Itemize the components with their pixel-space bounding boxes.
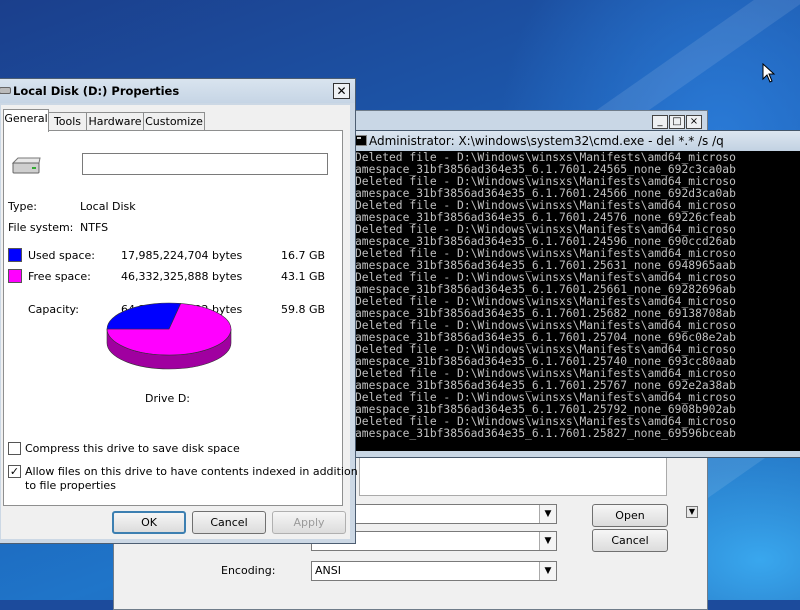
free-space-swatch <box>8 269 22 283</box>
used-space-label: Used space: <box>28 249 96 262</box>
cmd-title-text: Administrator: X:\windows\system32\cmd.e… <box>369 134 724 148</box>
separator <box>8 191 326 192</box>
used-space-bytes: 17,985,224,704 bytes <box>121 249 243 262</box>
cmd-titlebar[interactable]: Administrator: X:\windows\system32\cmd.e… <box>341 131 800 151</box>
free-space-label: Free space: <box>28 270 91 283</box>
tab-tools[interactable]: Tools <box>48 112 87 131</box>
tab-strip: General Tools Hardware Customize <box>1 109 350 132</box>
drive-label: Drive D: <box>145 392 190 405</box>
capacity-gb: 59.8 GB <box>281 303 326 316</box>
mouse-cursor-icon <box>762 63 776 83</box>
separator <box>8 291 326 292</box>
properties-titlebar[interactable]: Local Disk (D:) Properties <box>0 79 355 103</box>
disk-properties-dialog: Local Disk (D:) Properties ✕ General Too… <box>0 78 358 544</box>
separator <box>8 240 326 241</box>
notepad-window-controls: _ □ × <box>652 115 710 131</box>
close-icon[interactable]: ✕ <box>333 83 350 99</box>
ok-button[interactable]: OK <box>112 511 186 534</box>
index-checkbox[interactable]: ✓ <box>8 465 21 478</box>
file-system-value: NTFS <box>80 221 109 234</box>
volume-label-input[interactable] <box>82 153 328 175</box>
properties-body: General Tools Hardware Customize Type: L… <box>1 105 358 539</box>
chevron-down-icon[interactable]: ▼ <box>539 532 556 550</box>
file-list-panel <box>359 456 667 496</box>
compress-checkbox[interactable] <box>8 442 21 455</box>
tab-customize[interactable]: Customize <box>143 112 205 131</box>
open-button[interactable]: Open <box>592 504 668 527</box>
free-space-gb: 43.1 GB <box>281 270 326 283</box>
cmd-icon <box>355 135 367 146</box>
cancel-button[interactable]: Cancel <box>592 529 668 552</box>
chevron-down-icon[interactable]: ▼ <box>539 505 556 523</box>
console-output[interactable]: Deleted file - D:\Windows\winsxs\Manifes… <box>355 151 800 451</box>
used-space-gb: 16.7 GB <box>281 249 326 262</box>
type-label: Type: <box>8 200 37 213</box>
cancel-button[interactable]: Cancel <box>192 511 266 534</box>
scroll-down-arrow-icon[interactable]: ▼ <box>686 506 698 518</box>
encoding-label: Encoding: <box>221 564 276 577</box>
type-value: Local Disk <box>80 200 136 213</box>
console-line: amespace_31bf3856ad364e35_6.1.7601.25827… <box>355 427 736 440</box>
properties-title: Local Disk (D:) Properties <box>13 84 180 98</box>
cmd-window: Administrator: X:\windows\system32\cmd.e… <box>340 130 800 458</box>
drive-icon <box>0 87 11 94</box>
chevron-down-icon[interactable]: ▼ <box>539 562 556 580</box>
pie-used-slice <box>106 302 182 330</box>
close-icon[interactable]: × <box>686 115 702 129</box>
disk-usage-pie-chart <box>106 302 232 370</box>
used-space-swatch <box>8 248 22 262</box>
index-label-line1[interactable]: Allow files on this drive to have conten… <box>25 465 358 478</box>
encoding-value: ANSI <box>315 564 341 577</box>
separator <box>8 412 326 413</box>
free-space-bytes: 46,332,325,888 bytes <box>121 270 243 283</box>
maximize-icon[interactable]: □ <box>669 115 685 129</box>
capacity-label: Capacity: <box>28 303 79 316</box>
apply-button[interactable]: Apply <box>272 511 346 534</box>
tab-general[interactable]: General <box>3 109 49 132</box>
compress-label[interactable]: Compress this drive to save disk space <box>25 442 240 455</box>
index-label-line2[interactable]: to file properties <box>25 479 116 492</box>
hard-drive-icon <box>11 157 41 174</box>
general-tab-page: Type: Local Disk File system: NTFS Used … <box>3 130 358 506</box>
encoding-combo[interactable]: ANSI ▼ <box>311 561 557 581</box>
tab-hardware[interactable]: Hardware <box>86 112 144 131</box>
file-system-label: File system: <box>8 221 74 234</box>
minimize-icon[interactable]: _ <box>652 115 668 129</box>
